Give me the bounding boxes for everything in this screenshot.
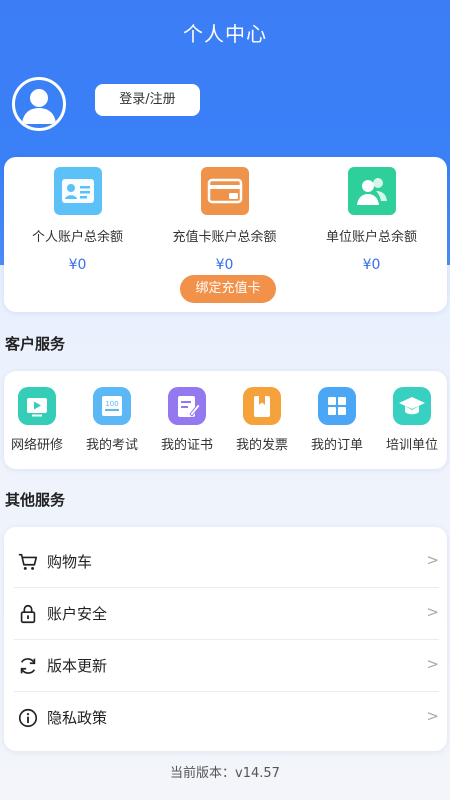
customer-service-title: 客户服务 [5, 335, 66, 353]
id-card-icon [53, 167, 102, 215]
recharge-card-account-label: 充值卡账户总余额 [172, 230, 277, 245]
personal-account-label: 个人账户总余额 [31, 230, 123, 245]
organization-account-label: 单位账户总余额 [325, 230, 417, 245]
service-my-orders[interactable]: 我的订单 [301, 387, 373, 453]
service-label: 网络研修 [10, 438, 63, 453]
wallet-card-icon [200, 167, 249, 215]
version-text: 当前版本：v14.57 [170, 766, 280, 781]
service-my-certificates[interactable]: 我的证书 [151, 387, 223, 453]
info-icon [18, 708, 38, 728]
service-my-invoices[interactable]: 我的发票 [226, 387, 298, 453]
recharge-card-account[interactable]: 充值卡账户总余额 ¥0 [151, 167, 298, 273]
bind-recharge-card-button[interactable]: 绑定充值卡 [180, 275, 276, 303]
refresh-icon [20, 658, 36, 674]
svg-text:100: 100 [105, 400, 118, 408]
personal-account-amount: ¥0 [68, 257, 87, 273]
customer-service-card: 网络研修 100 我的考试 我的证书 我的发票 我的订单 培训单位 [4, 371, 447, 469]
video-icon [18, 387, 56, 425]
menu-item-label: 隐私政策 [47, 709, 108, 727]
lock-icon [20, 604, 36, 624]
menu-item-version-update[interactable]: 版本更新 > [14, 640, 439, 692]
menu-item-label: 购物车 [47, 553, 93, 571]
service-label: 我的发票 [235, 438, 288, 453]
certificate-icon [168, 387, 206, 425]
chevron-right-icon: > [426, 707, 439, 725]
chevron-right-icon: > [426, 551, 439, 569]
recharge-card-account-amount: ¥0 [215, 257, 234, 273]
menu-item-privacy-policy[interactable]: 隐私政策 > [14, 692, 439, 744]
menu-item-label: 版本更新 [47, 657, 108, 675]
service-label: 我的订单 [310, 438, 363, 453]
user-avatar-icon [22, 89, 56, 124]
service-my-exams[interactable]: 100 我的考试 [76, 387, 148, 453]
users-icon [347, 167, 396, 215]
personal-account[interactable]: 个人账户总余额 ¥0 [4, 167, 151, 273]
page-title: 个人中心 [183, 22, 267, 46]
login-register-button[interactable]: 登录/注册 [95, 84, 200, 116]
chevron-right-icon: > [426, 603, 439, 621]
menu-item-cart[interactable]: 购物车 > [14, 536, 439, 588]
cart-icon [18, 553, 38, 570]
other-service-card: 购物车 > 账户安全 > 版本更新 > 隐私政策 > [4, 527, 447, 751]
menu-item-label: 账户安全 [47, 605, 108, 623]
service-label: 我的考试 [85, 438, 138, 453]
other-service-title: 其他服务 [5, 491, 66, 509]
graduation-cap-icon [393, 387, 431, 425]
account-card: 个人账户总余额 ¥0 充值卡账户总余额 ¥0 单位账户总余额 ¥0 绑定充值卡 [4, 157, 447, 312]
chevron-right-icon: > [426, 655, 439, 673]
orders-icon [318, 387, 356, 425]
service-label: 培训单位 [385, 438, 438, 453]
menu-item-account-security[interactable]: 账户安全 > [14, 588, 439, 640]
service-online-training[interactable]: 网络研修 [1, 387, 73, 453]
invoice-icon [243, 387, 281, 425]
avatar[interactable] [12, 77, 66, 131]
service-label: 我的证书 [160, 438, 213, 453]
exam-icon: 100 [93, 387, 131, 425]
organization-account[interactable]: 单位账户总余额 ¥0 [298, 167, 445, 273]
service-training-units[interactable]: 培训单位 [376, 387, 448, 453]
organization-account-amount: ¥0 [362, 257, 381, 273]
